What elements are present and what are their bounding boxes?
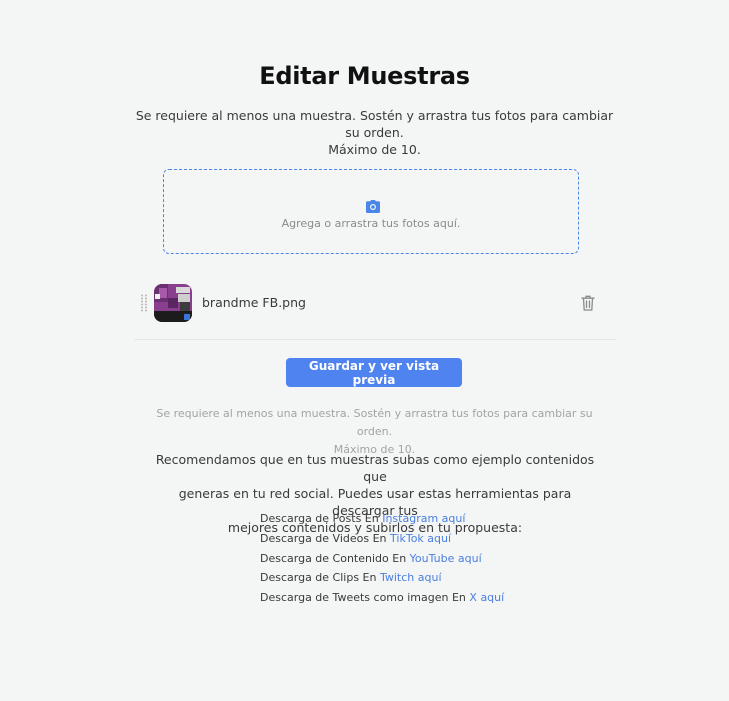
download-item-label: Descarga de Tweets como imagen En <box>260 591 470 605</box>
download-item-label: Descarga de Clips En <box>260 571 380 585</box>
instagram-link[interactable]: Instagram aquí <box>382 512 465 525</box>
download-item-label: Descarga de Contenido En <box>260 551 410 565</box>
recommendation-line-1: Recomendamos que en tus muestras subas c… <box>155 452 595 484</box>
edit-samples-page: Editar Muestras Se requiere al menos una… <box>0 0 729 701</box>
download-item-videos: Descarga de Videos En TikTok aquí <box>260 529 504 549</box>
download-links-list: Descarga de Posts En Instagram aquí Desc… <box>260 509 504 608</box>
subtitle-line-1: Se requiere al menos una muestra. Sostén… <box>135 108 614 140</box>
tiktok-link[interactable]: TikTok aquí <box>390 532 451 545</box>
download-item-clips: Descarga de Clips En Twitch aquí <box>260 568 504 588</box>
save-preview-button[interactable]: Guardar y ver vista previa <box>286 358 462 387</box>
page-subtitle: Se requiere al menos una muestra. Sostén… <box>130 107 619 158</box>
note-line-1: Se requiere al menos una muestra. Sostén… <box>156 407 593 438</box>
drag-handle-icon[interactable] <box>140 294 148 312</box>
twitch-link[interactable]: Twitch aquí <box>380 571 442 584</box>
camera-icon <box>366 200 380 213</box>
file-thumbnail <box>154 284 192 322</box>
download-item-tweets: Descarga de Tweets como imagen En X aquí <box>260 588 504 608</box>
image-thumbnail-icon <box>154 284 192 322</box>
page-title: Editar Muestras <box>259 62 470 90</box>
download-item-label: Descarga de Videos En <box>260 531 391 545</box>
file-list-item[interactable]: brandme FB.png <box>134 282 616 340</box>
file-name: brandme FB.png <box>202 295 306 310</box>
trash-icon[interactable] <box>581 295 595 311</box>
youtube-link[interactable]: YouTube aquí <box>410 552 482 565</box>
photo-dropzone[interactable]: Agrega o arrastra tus fotos aquí. <box>163 169 579 254</box>
download-item-posts: Descarga de Posts En Instagram aquí <box>260 509 504 529</box>
download-item-content: Descarga de Contenido En YouTube aquí <box>260 549 504 569</box>
download-item-label: Descarga de Posts En <box>260 512 383 525</box>
dropzone-text: Agrega o arrastra tus fotos aquí. <box>281 217 461 230</box>
x-link[interactable]: X aquí <box>469 591 504 604</box>
subtitle-line-2: Máximo de 10. <box>328 142 421 157</box>
